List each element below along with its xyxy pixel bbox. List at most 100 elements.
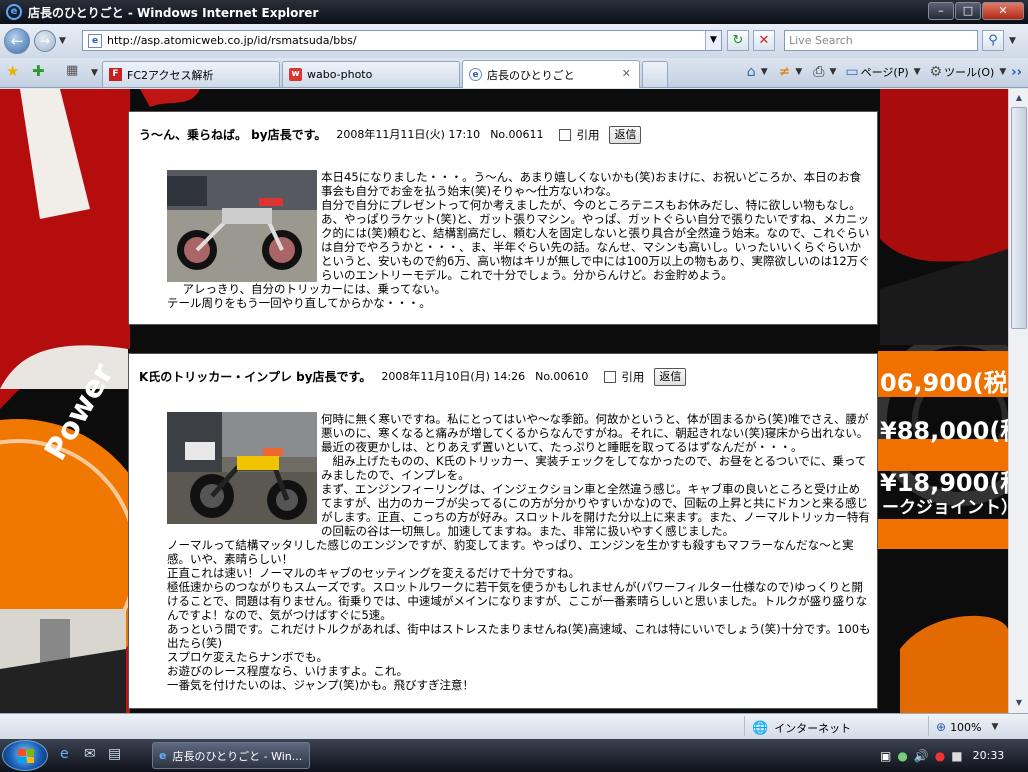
post-title: う～ん、乗らねば。 by店長です。 (139, 128, 327, 142)
fc2-icon: F (109, 68, 122, 81)
page-background: Power 06,900(税 ¥88,000(税 ¥18,900(税 ークジョイ… (0, 89, 1008, 713)
post-body: 何時に無く寒いですね。私にとってはいや～な季節。何故かというと、体が固まるから(… (167, 412, 871, 692)
post-date: 2008年11月11日(火) 17:10 (336, 128, 481, 141)
ad-price-1: 06,900(税 (880, 369, 1008, 397)
home-dropdown-icon[interactable]: ▼ (761, 67, 768, 77)
reply-button[interactable]: 返信 (609, 126, 642, 144)
tools-menu[interactable]: ツール(O) (944, 64, 994, 80)
taskbar: e ✉ ▤ e 店長のひとりごと - Win... ▣ ● 🔊 ● ■ 20:3… (0, 739, 1028, 772)
tab-label: 店長のひとりごと (487, 68, 575, 82)
ad-joint-label: ークジョイント） (882, 498, 1008, 518)
address-text[interactable]: http://asp.atomicweb.co.jp/id/rsmatsuda/… (107, 34, 357, 47)
security-zone[interactable]: 🌐 インターネット (752, 720, 851, 736)
volume-icon[interactable]: 🔊 (914, 749, 929, 763)
history-dropdown-icon[interactable]: ▼ (59, 36, 66, 46)
post-00610: K氏のトリッカー・インプレ by店長です。 2008年11月10日(月) 14:… (128, 353, 878, 709)
tools-dropdown-icon[interactable]: ▼ (999, 67, 1006, 77)
tray-app-icon[interactable]: ■ (951, 749, 962, 763)
tab-fc2[interactable]: F FC2アクセス解析 (102, 61, 280, 87)
home-icon[interactable]: ⌂ (747, 64, 756, 80)
post-line: ノーマルって結構マッタリした感じのエンジンですが、豹変してます。やっぱり、エンジ… (167, 538, 854, 566)
taskbar-window-button[interactable]: e 店長のひとりごと - Win... (152, 742, 310, 769)
print-icon[interactable]: ⎙ (813, 64, 824, 80)
page-menu-icon: ▭ (845, 64, 859, 80)
mail-launch-icon[interactable]: ✉ (84, 746, 96, 762)
quote-label: 引用 (576, 128, 600, 142)
quick-tabs-icon[interactable]: ▦ (66, 63, 78, 78)
clock[interactable]: 20:33 (973, 749, 1005, 762)
tab-label: FC2アクセス解析 (127, 68, 214, 82)
page-icon: e (88, 33, 102, 48)
post-line: 極低速からのつながりもスムーズです。スロットルワークに若干気を使うかもしれません… (167, 580, 868, 622)
print-dropdown-icon[interactable]: ▼ (829, 67, 836, 77)
new-tab-button[interactable] (642, 61, 668, 87)
tab-wabo-photo[interactable]: w wabo-photo (282, 61, 460, 87)
feeds-dropdown-icon[interactable]: ▼ (795, 67, 802, 77)
post-line: テール周りをもう一回やり直してからかな・・・。 (167, 296, 431, 310)
globe-icon: 🌐 (752, 720, 769, 736)
ie-icon: e (469, 68, 482, 81)
ie-window: e 店長のひとりごと - Windows Internet Explorer –… (0, 0, 1028, 772)
tab-bar: ★ ✚ ▦ ▼ F FC2アクセス解析 w wabo-photo e 店長のひと… (0, 58, 1028, 88)
status-bar: 🌐 インターネット ⊕ 100% ▼ (0, 713, 1028, 739)
favorites-star-icon[interactable]: ★ (6, 62, 19, 80)
page-dropdown-icon[interactable]: ▼ (914, 67, 921, 77)
scroll-up-icon[interactable]: ▲ (1011, 90, 1027, 106)
window-title: 店長のひとりごと - Windows Internet Explorer (28, 5, 319, 20)
address-field[interactable]: e http://asp.atomicweb.co.jp/id/rsmatsud… (82, 30, 722, 51)
stop-button[interactable]: ✕ (753, 30, 775, 51)
tab-label: wabo-photo (307, 68, 373, 81)
post-00611: う～ん、乗らねば。 by店長です。 2008年11月11日(火) 17:10 N… (128, 111, 878, 325)
ie-launch-icon[interactable]: e (60, 746, 69, 762)
quote-checkbox[interactable] (604, 371, 617, 383)
zoom-dropdown-icon[interactable]: ▼ (992, 722, 999, 732)
search-icon[interactable]: ⚲ (982, 30, 1004, 51)
search-input[interactable]: Live Search (784, 30, 978, 51)
quote-label: 引用 (621, 370, 645, 384)
post-line: お遊びのレース程度なら、いけますよ。これ。 (167, 664, 409, 678)
zoom-level: 100% (950, 720, 982, 734)
security-alert-icon[interactable]: ● (935, 749, 945, 763)
tools-gear-icon: ⚙ (929, 64, 943, 80)
maximize-button[interactable]: □ (955, 2, 981, 20)
reply-button[interactable]: 返信 (654, 368, 687, 386)
post-title: K氏のトリッカー・インプレ by店長です。 (139, 370, 372, 384)
tab-tenchou[interactable]: e 店長のひとりごと ✕ (462, 60, 640, 88)
close-tab-icon[interactable]: ✕ (622, 67, 631, 80)
post-date: 2008年11月10日(月) 14:26 (381, 370, 526, 383)
start-button[interactable] (2, 740, 48, 771)
search-options-icon[interactable]: ▼ (1009, 36, 1016, 46)
show-desktop-icon[interactable]: ▤ (108, 746, 121, 762)
system-tray: ▣ ● 🔊 ● ■ 20:33 (880, 739, 1028, 772)
scroll-thumb[interactable] (1011, 107, 1027, 329)
close-button[interactable]: ✕ (982, 2, 1024, 20)
post-header: う～ん、乗らねば。 by店長です。 2008年11月11日(火) 17:10 N… (139, 126, 642, 144)
address-dropdown-icon[interactable]: ▼ (705, 31, 721, 50)
taskbar-window-label: 店長のひとりごと - Win... (172, 749, 303, 763)
post-number: No.00611 (490, 128, 544, 141)
post-line: 正直これは速い！ノーマルのキャブのセッティングを変えるだけで十分ですね。 (167, 566, 580, 580)
vertical-scrollbar[interactable]: ▲ ▼ (1008, 89, 1028, 713)
photo-spacer (167, 170, 321, 270)
post-body: 本日45になりました・・・。う～ん、あまり嬉しくないかも(笑)おまけに、お祝いど… (167, 170, 871, 310)
tab-list-icon[interactable]: ▼ (91, 68, 98, 78)
scroll-down-icon[interactable]: ▼ (1011, 695, 1027, 711)
add-favorite-icon[interactable]: ✚ (32, 62, 45, 80)
quote-checkbox[interactable] (559, 129, 572, 141)
page-menu[interactable]: ページ(P) (861, 64, 909, 80)
back-button[interactable]: ← (4, 28, 30, 54)
minimize-button[interactable]: – (928, 2, 954, 20)
post-header: K氏のトリッカー・インプレ by店長です。 2008年11月10日(月) 14:… (139, 368, 687, 386)
status-divider (744, 716, 745, 736)
window-controls: – □ ✕ (928, 2, 1024, 20)
help-icon[interactable]: ›› (1011, 65, 1022, 80)
zoom-control[interactable]: ⊕ 100% ▼ (936, 720, 1001, 734)
forward-button[interactable]: → (34, 30, 56, 52)
zone-label: インターネット (774, 722, 852, 735)
network-icon[interactable]: ▣ (880, 749, 891, 763)
status-divider (928, 716, 929, 736)
feeds-icon[interactable]: ≠ (779, 64, 791, 80)
post-line: アレっきり、自分のトリッカーには、乗ってない。 (171, 282, 446, 296)
refresh-button[interactable]: ↻ (727, 30, 749, 51)
im-icon[interactable]: ● (897, 749, 907, 763)
